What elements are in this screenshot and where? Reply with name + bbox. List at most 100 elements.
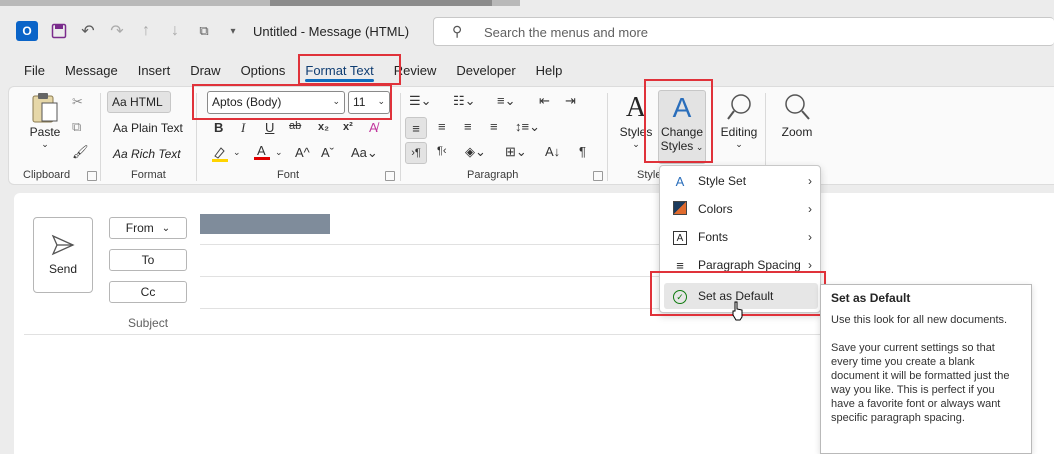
search-box[interactable]: ⚲	[433, 17, 1054, 46]
change-styles-button[interactable]: A Change Styles ⌄	[658, 90, 706, 164]
tab-message[interactable]: Message	[55, 58, 128, 84]
zoom-button[interactable]: Zoom	[777, 91, 817, 139]
redo-icon[interactable]: ↷	[106, 20, 128, 42]
subscript-icon[interactable]: x₂	[318, 121, 329, 133]
send-label: Send	[48, 262, 78, 276]
format-rich-text-button[interactable]: Aa Rich Text	[109, 143, 189, 165]
format-plain-text-button[interactable]: Aa Plain Text	[109, 117, 189, 139]
format-group-label: Format	[131, 169, 166, 181]
undo-icon[interactable]: ↶	[77, 20, 99, 42]
borders-icon[interactable]: ⊞⌄	[505, 144, 527, 160]
change-styles-label-1: Change	[660, 125, 704, 139]
divider	[24, 334, 820, 335]
shrink-font-icon[interactable]: Aˇ	[321, 145, 334, 160]
strikethrough-icon[interactable]: ab	[289, 120, 301, 132]
bullets-icon[interactable]: ☰⌄	[409, 93, 432, 109]
font-color-icon[interactable]: A	[253, 143, 271, 164]
subject-label: Subject	[128, 316, 169, 330]
format-painter-icon[interactable]: 🖌	[72, 144, 89, 160]
svg-text:A: A	[257, 143, 266, 158]
tab-draw[interactable]: Draw	[180, 58, 230, 84]
tab-review[interactable]: Review	[384, 58, 447, 84]
underline-icon[interactable]: U	[265, 120, 274, 135]
up-icon[interactable]: ↑	[135, 20, 157, 42]
font-name-combo[interactable]: Aptos (Body) ⌄	[207, 91, 345, 114]
ltr-icon[interactable]: ›¶	[405, 142, 427, 164]
chevron-right-icon: ›	[808, 174, 812, 188]
paragraph-launcher-icon[interactable]	[593, 171, 603, 181]
chevron-down-icon[interactable]: ⌄	[275, 147, 283, 158]
menu-item-paragraph-spacing[interactable]: ≡ Paragraph Spacing ›	[664, 252, 818, 278]
separator	[607, 93, 608, 181]
font-size-combo[interactable]: 11 ⌄	[348, 91, 390, 114]
clipboard-launcher-icon[interactable]	[87, 171, 97, 181]
rtl-icon[interactable]: ¶‹	[437, 145, 447, 157]
align-left-icon[interactable]: ≡	[405, 117, 427, 139]
tab-help[interactable]: Help	[526, 58, 573, 84]
chevron-down-icon: ⌄	[41, 139, 49, 149]
menu-item-label: Style Set	[698, 174, 747, 188]
tooltip-text: Use this look for all new documents.	[831, 314, 1008, 326]
chevron-right-icon: ›	[808, 202, 812, 216]
save-icon[interactable]	[48, 20, 70, 42]
quick-steps-icon[interactable]: ⧉	[193, 20, 215, 42]
font-launcher-icon[interactable]	[385, 171, 395, 181]
to-button[interactable]: To	[109, 249, 187, 271]
superscript-icon[interactable]: x²	[343, 121, 353, 133]
sort-icon[interactable]: A↓	[545, 144, 560, 159]
decrease-indent-icon[interactable]: ⇤	[539, 93, 550, 109]
paste-button[interactable]: Paste ⌄	[23, 91, 67, 150]
top-strip-dark	[270, 0, 492, 6]
menu-item-fonts[interactable]: A Fonts ›	[664, 224, 818, 250]
numbering-icon[interactable]: ☷⌄	[453, 93, 476, 109]
paste-icon	[32, 93, 58, 123]
menu-item-style-set[interactable]: A Style Set ›	[664, 168, 818, 194]
line-spacing-icon[interactable]: ↕≡⌄	[515, 119, 540, 135]
paste-label: Paste	[29, 125, 61, 139]
multilevel-list-icon[interactable]: ≡⌄	[497, 93, 515, 109]
search-input[interactable]	[484, 23, 884, 41]
change-case-icon[interactable]: Aa⌄	[351, 145, 378, 161]
check-circle-icon: ✓	[670, 288, 690, 305]
align-center-icon[interactable]: ≡	[438, 119, 446, 134]
from-button[interactable]: From ⌄	[109, 217, 187, 239]
grow-font-icon[interactable]: A^	[295, 145, 310, 160]
bold-icon[interactable]: B	[214, 120, 223, 135]
increase-indent-icon[interactable]: ⇥	[565, 93, 576, 109]
clear-formatting-icon[interactable]: A̸	[369, 120, 378, 135]
styles-button[interactable]: A Styles ⌄	[616, 91, 656, 150]
menu-item-colors[interactable]: Colors ›	[664, 196, 818, 222]
align-right-icon[interactable]: ≡	[464, 119, 472, 134]
separator	[196, 93, 197, 181]
shading-icon[interactable]: ◈⌄	[465, 144, 486, 160]
chevron-down-icon: ⌄	[377, 96, 385, 106]
tooltip: Set as Default Use this look for all new…	[820, 284, 1032, 454]
chevron-right-icon: ›	[808, 230, 812, 244]
ribbon-tabs: File Message Insert Draw Options Format …	[14, 58, 572, 84]
format-html-button[interactable]: Aa HTML	[107, 91, 171, 113]
tab-format-text[interactable]: Format Text	[295, 58, 383, 84]
justify-icon[interactable]: ≡	[490, 119, 498, 134]
editing-label: Editing	[720, 125, 758, 139]
editing-button[interactable]: Editing ⌄	[717, 91, 761, 150]
tab-file[interactable]: File	[14, 58, 55, 84]
show-paragraph-icon[interactable]: ¶	[579, 144, 586, 159]
ribbon: Paste ⌄ ✂ ⧉ 🖌 Clipboard Aa HTML Aa Plain…	[8, 86, 1054, 185]
copy-icon[interactable]: ⧉	[72, 119, 81, 135]
tab-insert[interactable]: Insert	[128, 58, 181, 84]
chevron-down-icon[interactable]: ⌄	[233, 147, 241, 158]
send-button[interactable]: Send	[33, 217, 93, 293]
customize-icon[interactable]: ▾	[222, 20, 244, 42]
tab-options[interactable]: Options	[231, 58, 296, 84]
from-label: From	[125, 221, 154, 235]
tab-developer[interactable]: Developer	[446, 58, 525, 84]
change-styles-menu: A Style Set › Colors › A Fonts › ≡ Parag…	[659, 165, 821, 313]
cut-icon[interactable]: ✂	[72, 94, 83, 110]
down-icon[interactable]: ↓	[164, 20, 186, 42]
highlight-color-icon[interactable]	[211, 145, 229, 166]
cc-button[interactable]: Cc	[109, 281, 187, 303]
change-styles-icon: A	[672, 92, 692, 123]
italic-icon[interactable]: I	[241, 120, 245, 136]
menu-item-label: Fonts	[698, 230, 729, 244]
menu-item-label: Paragraph Spacing	[698, 258, 801, 272]
